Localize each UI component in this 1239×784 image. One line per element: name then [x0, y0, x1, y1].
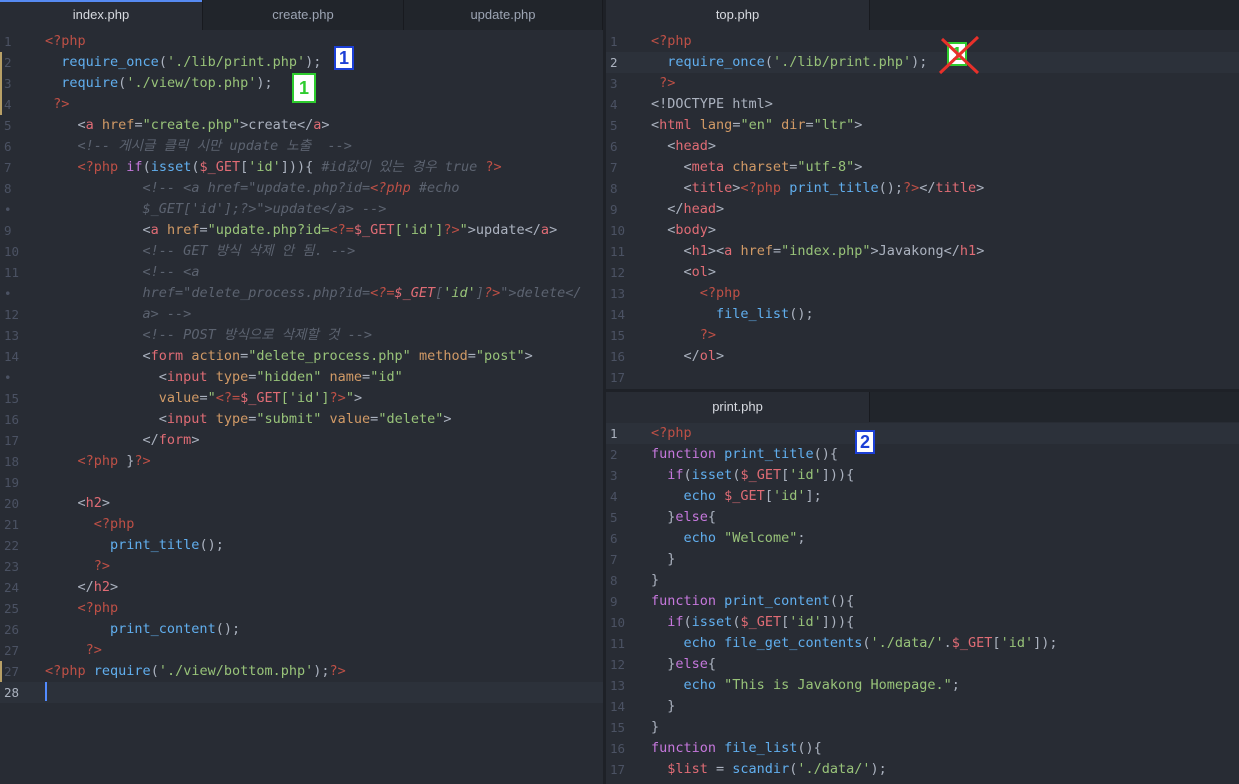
- line-number: 13: [610, 286, 626, 301]
- line-number: 24: [4, 580, 20, 595]
- line-number: 20: [4, 496, 20, 511]
- line-number: 8: [610, 573, 618, 588]
- tab-top-php[interactable]: top.php: [606, 0, 870, 30]
- line-number: 3: [610, 76, 618, 91]
- line-number: 7: [610, 552, 618, 567]
- line-number: 10: [610, 615, 626, 630]
- line-number: 1: [610, 426, 618, 441]
- line-number: 1: [4, 34, 12, 49]
- line-number: 16: [610, 741, 626, 756]
- line-number: 25: [4, 601, 20, 616]
- line-number: 9: [610, 202, 618, 217]
- line-number: 4: [4, 97, 12, 112]
- line-number: 5: [610, 118, 618, 133]
- line-number: 15: [4, 391, 20, 406]
- line-number: 3: [610, 468, 618, 483]
- line-number: 12: [610, 657, 626, 672]
- tab-print-php[interactable]: print.php: [606, 392, 870, 422]
- tab-bar-top-right: top.php: [606, 0, 1239, 30]
- tab-update-php[interactable]: update.php: [404, 0, 603, 30]
- line-number: 23: [4, 559, 20, 574]
- line-number: 19: [4, 475, 20, 490]
- line-number: 8: [4, 181, 12, 196]
- line-number: 17: [610, 762, 626, 777]
- tab-bar-left: index.php create.php update.php: [0, 0, 603, 30]
- line-number: 14: [610, 307, 626, 322]
- line-number: 9: [610, 594, 618, 609]
- editor-pane-bottom-right: print.php 1 <?php 2 function print_title()…: [606, 392, 1239, 784]
- line-number: 2: [610, 447, 618, 462]
- line-number: 26: [4, 622, 20, 637]
- line-number: 11: [4, 265, 20, 280]
- code-area-index-php[interactable]: 1 <?php 2 require_once('./lib/print.php')…: [0, 31, 603, 703]
- line-number: 14: [4, 349, 20, 364]
- line-number: 17: [4, 433, 20, 448]
- line-number: •: [4, 202, 12, 217]
- line-number: 16: [4, 412, 20, 427]
- line-number: 7: [610, 160, 618, 175]
- line-number: 2: [4, 55, 12, 70]
- line-number: 16: [610, 349, 626, 364]
- line-number: 10: [610, 223, 626, 238]
- line-number: 15: [610, 720, 626, 735]
- red-x-icon: [938, 35, 980, 75]
- line-number: 6: [610, 531, 618, 546]
- tab-bar-bottom-right: print.php: [606, 392, 1239, 422]
- line-number: 10: [4, 244, 20, 259]
- line-number: 2: [610, 55, 618, 70]
- tab-create-php[interactable]: create.php: [203, 0, 404, 30]
- line-number: 3: [4, 76, 12, 91]
- line-number: 4: [610, 97, 618, 112]
- line-number: 14: [610, 699, 626, 714]
- line-number: 15: [610, 328, 626, 343]
- line-number: 6: [4, 139, 12, 154]
- line-number: 5: [4, 118, 12, 133]
- line-number: 12: [610, 265, 626, 280]
- tab-index-php[interactable]: index.php: [0, 0, 203, 30]
- code-area-top-php[interactable]: 1 <?php 2 require_once('./lib/print.php')…: [606, 31, 1239, 388]
- line-number: •: [4, 370, 12, 385]
- line-number: 21: [4, 517, 20, 532]
- line-number: 13: [610, 678, 626, 693]
- line-number: •: [4, 286, 12, 301]
- line-number: 18: [4, 454, 20, 469]
- line-number: 22: [4, 538, 20, 553]
- line-number: 27: [4, 664, 20, 679]
- line-number: 11: [610, 636, 626, 651]
- badge-green-1: 1: [292, 73, 316, 103]
- badge-blue-2: 2: [855, 430, 875, 454]
- editor-pane-top-right: top.php 1 <?php 2 require_once('./lib/pri…: [606, 0, 1239, 389]
- line-number: 9: [4, 223, 12, 238]
- line-number: 8: [610, 181, 618, 196]
- line-number: 28: [4, 685, 20, 700]
- line-number: 1: [610, 34, 618, 49]
- line-number: 27: [4, 643, 20, 658]
- line-number: 11: [610, 244, 626, 259]
- code-area-print-php[interactable]: 1 <?php 2 function print_title(){ 3 if(iss…: [606, 423, 1239, 780]
- line-number: 5: [610, 510, 618, 525]
- line-number: 12: [4, 307, 20, 322]
- badge-blue-1: 1: [334, 46, 354, 70]
- line-number: 7: [4, 160, 12, 175]
- line-number: 4: [610, 489, 618, 504]
- editor-pane-left: index.php create.php update.php 1 <?php 2…: [0, 0, 603, 784]
- text-cursor: [45, 682, 47, 701]
- line-number: 6: [610, 139, 618, 154]
- line-number: 17: [610, 370, 626, 385]
- line-number: 13: [4, 328, 20, 343]
